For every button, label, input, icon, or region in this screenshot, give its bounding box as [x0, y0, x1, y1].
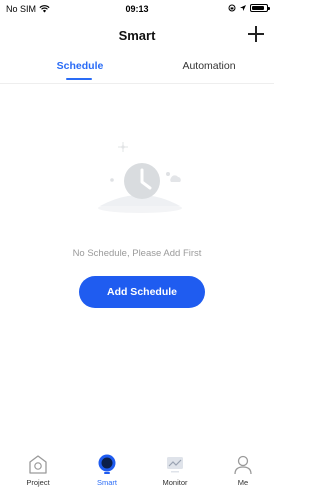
tab-bar-top: Schedule Automation — [0, 56, 274, 84]
status-bar: No SIM 09:13 — [0, 0, 274, 18]
header: Smart — [0, 22, 274, 50]
add-button[interactable] — [246, 24, 266, 44]
bottom-nav: Project Smart Monitor Me — [0, 450, 274, 490]
location-icon — [240, 5, 246, 11]
nav-label-monitor: Monitor — [162, 478, 188, 487]
clock-icon — [98, 142, 182, 213]
nav-item-monitor[interactable]: Monitor — [145, 450, 205, 490]
nav-item-me[interactable]: Me — [213, 450, 273, 490]
nav-item-smart[interactable]: Smart — [77, 450, 137, 490]
smart-icon — [98, 454, 116, 474]
home-icon — [29, 455, 47, 474]
nav-label-smart: Smart — [96, 478, 117, 487]
nav-label-me: Me — [237, 478, 249, 487]
battery-icon — [250, 4, 270, 12]
status-right — [228, 4, 270, 12]
tab-automation[interactable]: Automation — [159, 60, 259, 72]
add-schedule-button[interactable]: Add Schedule — [79, 276, 205, 308]
lock-rotation-icon — [228, 4, 236, 12]
nav-item-project[interactable]: Project — [8, 450, 68, 490]
empty-state-message: No Schedule, Please Add First — [72, 248, 202, 259]
page-title: Smart — [118, 28, 156, 43]
monitor-icon — [167, 457, 183, 473]
nav-label-project: Project — [26, 478, 50, 487]
tab-schedule[interactable]: Schedule — [30, 60, 130, 72]
user-icon — [234, 455, 252, 475]
active-tab-indicator — [66, 78, 92, 80]
